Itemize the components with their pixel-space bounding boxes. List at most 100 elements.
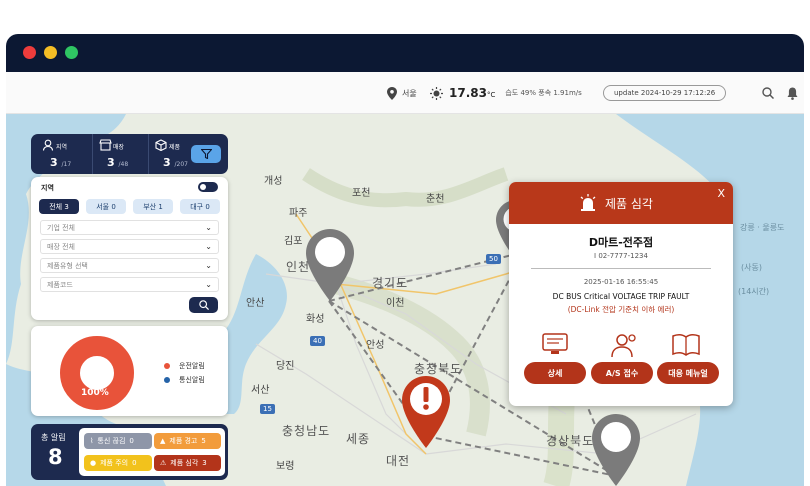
badge-product-caution-label: 제품 주의 <box>100 459 129 467</box>
map-label-anseong: 안성 <box>366 340 385 351</box>
total-alarm-panel: 총 알림 8 ⌇ 통신 끊김 0 ▲ 제품 경고 5 ● 제품 주의 0 ⚠ 제… <box>31 424 228 480</box>
stat-store-label: 매장 <box>113 144 125 151</box>
store-icon <box>99 139 112 151</box>
total-alarm-title: 총 알림 <box>41 433 66 442</box>
filter-button[interactable] <box>191 145 221 163</box>
maximize-window-button[interactable] <box>65 46 78 59</box>
map-label-ansan: 안산 <box>246 298 265 309</box>
exclamation-icon <box>423 387 429 402</box>
map-label-hwaseong: 화성 <box>306 314 325 325</box>
stat-store-value: 3 <box>107 156 115 169</box>
minimize-window-button[interactable] <box>44 46 57 59</box>
badge-product-warning[interactable]: ▲ 제품 경고 5 <box>154 433 221 449</box>
select-company[interactable]: 기업 전체 ⌄ <box>40 220 219 235</box>
select-store-value: 매장 전체 <box>47 242 75 251</box>
marker-critical-alert[interactable] <box>402 376 450 448</box>
popup-close-button[interactable]: X <box>717 187 725 200</box>
chevron-down-icon: ⌄ <box>205 223 212 232</box>
map-label-gimpo: 김포 <box>284 236 303 247</box>
badge-product-caution-count: 0 <box>132 459 137 467</box>
stat-product-value: 3 <box>163 156 171 169</box>
app-window: 서울 17.83 °C 습도 49% 풍속 1.91m/s update 202… <box>6 34 804 486</box>
donut-hole <box>84 360 110 386</box>
monitor-report-icon <box>542 333 568 354</box>
alert-detail-popup: 제품 심각 X D마트-전주점 I 02-7777-1234 2025-01-1… <box>509 182 733 406</box>
legend-dot-comm <box>164 377 170 383</box>
badge-product-critical[interactable]: ⚠ 제품 심각 3 <box>154 455 221 471</box>
popup-title: 제품 심각 <box>605 197 653 211</box>
badge-comm-lost-label: 통신 끊김 <box>97 437 126 445</box>
notification-button[interactable] <box>787 72 798 114</box>
bell-icon <box>787 87 798 100</box>
weather-detail: 습도 49% 풍속 1.91m/s <box>505 89 582 97</box>
temperature-unit: °C <box>486 91 496 99</box>
map-label-chuncheon: 춘천 <box>426 194 445 205</box>
filter-title: 지역 <box>41 184 54 192</box>
badge-product-caution[interactable]: ● 제품 주의 0 <box>84 455 152 471</box>
select-product-code[interactable]: 제품코드 ⌄ <box>40 277 219 292</box>
close-window-button[interactable] <box>23 46 36 59</box>
alarm-donut-chart <box>60 336 134 410</box>
stat-region-value: 3 <box>50 156 58 169</box>
warning-triangle-icon: ▲ <box>160 437 166 445</box>
search-icon <box>762 87 774 99</box>
map-label-saseong: (사동) <box>741 263 762 272</box>
search-icon <box>198 300 209 310</box>
total-alarm-count: 8 <box>48 445 63 469</box>
box-icon <box>155 139 167 151</box>
map-label-chungbuk: 충청북도 <box>414 362 463 376</box>
response-manual-button[interactable]: 대응 메뉴얼 <box>657 362 719 384</box>
location-pin-icon <box>387 86 397 100</box>
search-button[interactable] <box>762 72 774 114</box>
manual-book-icon <box>672 333 700 356</box>
map-label-sea-route: (14시간) <box>738 287 770 296</box>
fault-description: (DC-Link 전압 기준치 이하 에러) <box>567 305 675 314</box>
chip-daegu[interactable]: 대구 0 <box>180 199 220 214</box>
badge-product-warning-label: 제품 경고 <box>169 437 198 445</box>
select-product-type-value: 제품유형 선택 <box>47 261 88 270</box>
map-label-paju: 파주 <box>289 208 308 219</box>
map-label-icheon: 이천 <box>386 298 405 309</box>
map-label-gaeseong: 개성 <box>264 176 283 187</box>
map-label-chungnam: 충청남도 <box>282 424 331 438</box>
chevron-down-icon: ⌄ <box>205 242 212 251</box>
select-store[interactable]: 매장 전체 ⌄ <box>40 239 219 254</box>
stat-product-value-wrap: 3 /207 <box>163 156 188 169</box>
stat-product-label: 제품 <box>169 144 181 151</box>
stat-region-total: /17 <box>61 161 72 168</box>
chevron-down-icon: ⌄ <box>205 280 212 289</box>
weather: 17.83 °C 습도 49% 풍속 1.91m/s <box>430 72 582 114</box>
map-label-daejeon: 대전 <box>386 454 411 468</box>
location-label: 서울 <box>402 88 417 98</box>
map-road-40: 40 <box>310 336 325 346</box>
region-toggle[interactable] <box>198 182 218 192</box>
filter-panel: 지역 전체 3 서울 0 부산 1 대구 0 기업 전체 ⌄ 매장 전체 ⌄ 제품유… <box>31 177 228 320</box>
as-request-button[interactable]: A/S 접수 <box>591 362 653 384</box>
alert-datetime: 2025-01-16 16:55:45 <box>583 278 659 286</box>
user-location-icon <box>42 139 54 151</box>
fault-code: DC BUS Critical VOLTAGE TRIP FAULT <box>552 292 690 301</box>
stat-store[interactable]: 매장 3 /48 <box>92 134 145 174</box>
wifi-off-icon: ⌇ <box>90 437 94 445</box>
toggle-knob <box>200 184 206 190</box>
marker-gray-incheon[interactable] <box>306 229 354 301</box>
stat-store-value-wrap: 3 /48 <box>107 156 128 169</box>
donut-percent: 100% <box>81 388 109 398</box>
legend-operation: 운전알림 <box>179 362 205 370</box>
marker-gray-gyeongbuk[interactable] <box>592 414 640 486</box>
chip-all[interactable]: 전체 3 <box>39 199 79 214</box>
stat-region[interactable]: 지역 3 /17 <box>36 134 89 174</box>
chip-busan[interactable]: 부산 1 <box>133 199 173 214</box>
detail-button[interactable]: 상세 <box>524 362 586 384</box>
map-label-boryeong: 보령 <box>276 461 295 472</box>
chip-seoul[interactable]: 서울 0 <box>86 199 126 214</box>
filter-search-button[interactable] <box>189 297 218 313</box>
select-product-type[interactable]: 제품유형 선택 ⌄ <box>40 258 219 273</box>
badge-comm-lost[interactable]: ⌇ 통신 끊김 0 <box>84 433 152 449</box>
badge-product-critical-count: 3 <box>202 459 207 467</box>
badge-comm-lost-count: 0 <box>129 437 134 445</box>
location: 서울 <box>387 72 417 114</box>
map-label-gangneung-west: 강릉 · 울릉도 <box>740 223 785 232</box>
temperature: 17.83 <box>449 86 487 100</box>
map-label-seosan: 서산 <box>251 385 270 396</box>
